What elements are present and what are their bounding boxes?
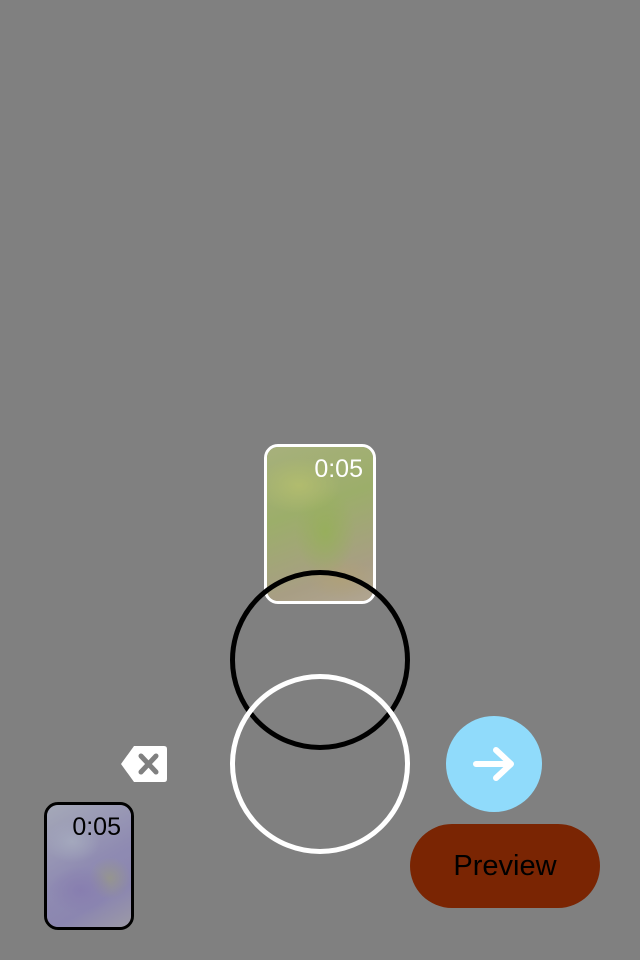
preview-button-label: Preview [453,849,557,882]
backspace-icon [121,746,167,782]
recorded-clip-duration: 0:05 [72,813,121,841]
arrow-right-icon [473,747,514,781]
next-button[interactable] [446,716,542,812]
current-clip-duration: 0:05 [314,455,363,483]
record-button[interactable] [230,674,410,854]
preview-button[interactable]: Preview [410,824,600,908]
camera-screen: 0:05 0:05 Preview [0,0,640,960]
delete-clip-button[interactable] [120,744,168,784]
recorded-clip-thumbnail[interactable]: 0:05 [44,802,134,930]
